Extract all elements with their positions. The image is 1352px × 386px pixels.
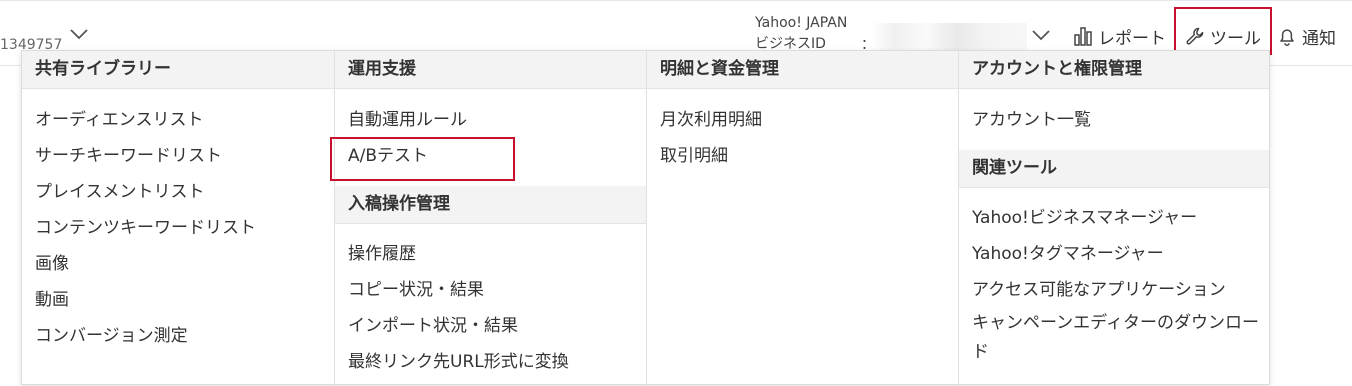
section-heading: 明細と資金管理 (647, 51, 958, 89)
menu-column-shared-library: 共有ライブラリー オーディエンスリスト サーチキーワードリスト プレイスメントリ… (22, 51, 334, 386)
menu-item[interactable]: 画像 (35, 252, 69, 276)
menu-item[interactable]: プレイスメントリスト (35, 180, 205, 204)
menu-item[interactable]: 最終リンク先URL形式に変換 (348, 350, 569, 374)
menu-item[interactable]: 取引明細 (660, 144, 728, 168)
notification-button[interactable]: 通知 (1276, 23, 1336, 49)
section-heading: アカウントと権限管理 (959, 51, 1269, 89)
tool-dropdown-menu: 共有ライブラリー オーディエンスリスト サーチキーワードリスト プレイスメントリ… (21, 50, 1270, 386)
notify-label: 通知 (1302, 28, 1336, 49)
section-heading: 関連ツール (959, 150, 1269, 188)
wrench-icon (1186, 27, 1204, 45)
report-label: レポート (1098, 28, 1166, 49)
menu-item[interactable]: キャンペーンエディターのダウンロード (972, 309, 1262, 367)
bell-icon (1280, 29, 1294, 46)
menu-item[interactable]: 動画 (35, 288, 69, 312)
menu-item[interactable]: インポート状況・結果 (348, 314, 518, 338)
section-heading: 共有ライブラリー (22, 51, 334, 89)
chevron-down-icon[interactable] (1030, 28, 1052, 42)
menu-column-billing: 明細と資金管理 月次利用明細 取引明細 (646, 51, 958, 386)
menu-column-account-permissions: アカウントと権限管理 アカウント一覧 関連ツール Yahoo!ビジネスマネージャ… (958, 51, 1269, 386)
menu-item[interactable]: サーチキーワードリスト (35, 144, 222, 168)
bar-chart-icon (1074, 27, 1092, 46)
menu-item[interactable]: Yahoo!タグマネージャー (972, 242, 1164, 266)
menu-item[interactable]: アカウント一覧 (972, 108, 1091, 132)
menu-item[interactable]: コピー状況・結果 (348, 278, 484, 302)
section-heading: 入稿操作管理 (335, 186, 646, 224)
ab-test-menu-item[interactable]: A/Bテスト (348, 144, 428, 168)
menu-item[interactable]: 自動運用ルール (348, 108, 467, 132)
menu-item[interactable]: アクセス可能なアプリケーション (972, 278, 1226, 302)
report-menu-button[interactable]: レポート (1072, 23, 1166, 49)
menu-item[interactable]: コンバージョン測定 (35, 324, 188, 348)
section-heading: 運用支援 (335, 51, 646, 89)
menu-item[interactable]: 月次利用明細 (660, 108, 762, 132)
menu-item[interactable]: オーディエンスリスト (35, 108, 203, 132)
chevron-down-icon[interactable] (68, 27, 90, 41)
yahoo-business-id-label: Yahoo! JAPAN ビジネスID (755, 15, 848, 52)
menu-item[interactable]: コンテンツキーワードリスト (35, 216, 256, 240)
masked-business-id (871, 23, 1027, 53)
tool-label: ツール (1210, 28, 1261, 49)
menu-item[interactable]: 操作履歴 (348, 242, 416, 266)
menu-item[interactable]: Yahoo!ビジネスマネージャー (972, 206, 1197, 230)
menu-column-operation-support: 運用支援 自動運用ルール A/Bテスト 入稿操作管理 操作履歴 コピー状況・結果… (334, 51, 646, 386)
tool-menu-button[interactable]: ツール (1184, 23, 1261, 49)
